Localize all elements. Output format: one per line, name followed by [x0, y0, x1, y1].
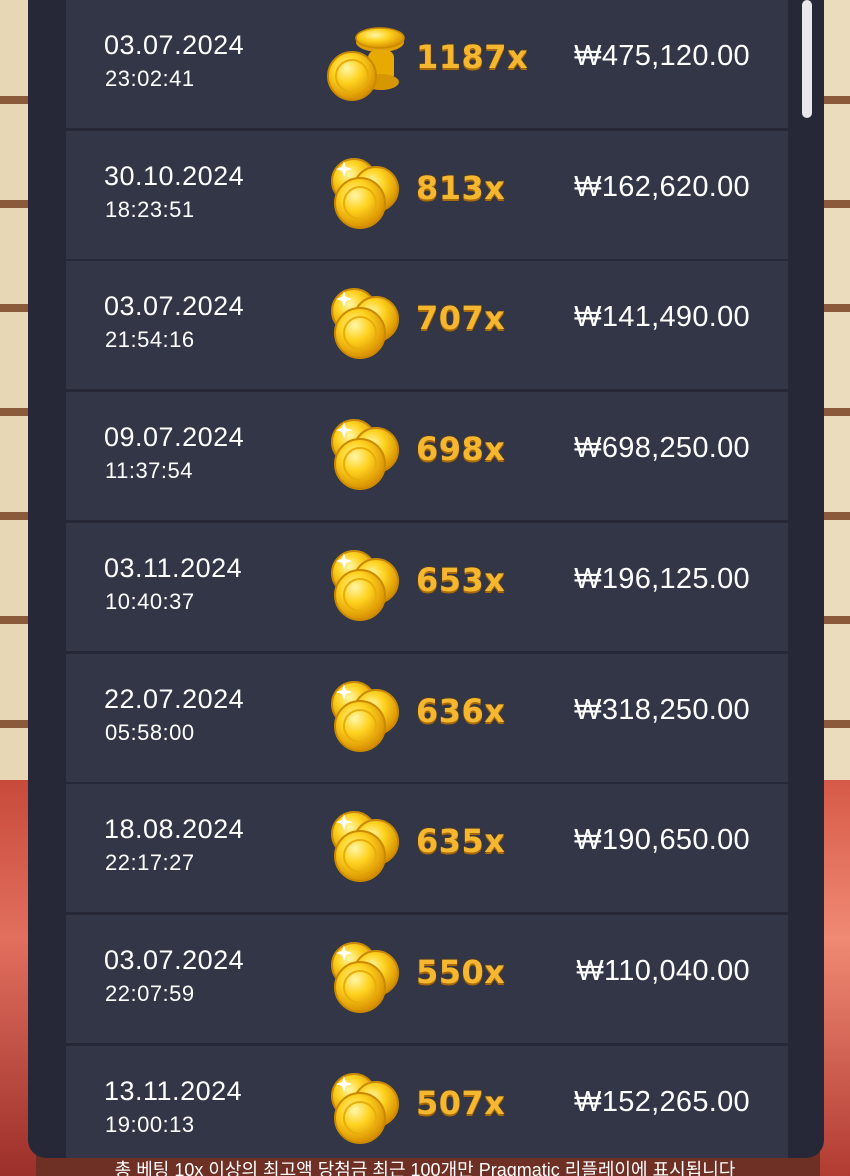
coins-icon	[324, 939, 406, 1019]
win-amount: ₩196,125.00	[574, 562, 750, 595]
replay-date: 30.10.2024	[104, 160, 245, 191]
replay-list-panel: 03.07.2024 23:02:41 1187x ₩475,120.00 30.10…	[28, 0, 824, 1158]
coins-icon	[324, 808, 406, 888]
replay-date: 03.11.2024	[104, 552, 243, 583]
win-amount: ₩152,265.00	[574, 1085, 750, 1118]
replay-time: 05:58:00	[105, 719, 195, 745]
coins-icon	[324, 1070, 406, 1150]
replay-row[interactable]: 13.11.2024 19:00:13 507x ₩152,265.00	[66, 1045, 788, 1158]
win-amount: ₩141,490.00	[574, 301, 750, 334]
replay-date: 18.08.2024	[104, 814, 245, 845]
coins-icon	[324, 416, 406, 496]
game-background-right	[820, 0, 850, 1176]
scrollbar-thumb[interactable]	[802, 0, 812, 118]
win-multiplier: 698x	[416, 430, 506, 469]
replay-date: 03.07.2024	[104, 291, 245, 322]
win-multiplier: 635x	[416, 822, 506, 861]
win-multiplier: 507x	[416, 1083, 506, 1122]
win-amount: ₩475,120.00	[574, 40, 750, 72]
coins-icon	[324, 285, 406, 365]
win-amount: ₩318,250.00	[574, 693, 750, 726]
replay-date: 09.07.2024	[104, 422, 245, 453]
win-multiplier: 550x	[416, 952, 506, 991]
replay-time: 22:07:59	[105, 980, 195, 1006]
replay-time: 10:40:37	[105, 588, 195, 614]
replay-date: 03.07.2024	[104, 30, 245, 60]
replay-row[interactable]: 09.07.2024 11:37:54 698x ₩698,250.00	[66, 392, 788, 521]
replay-row[interactable]: 22.07.2024 05:58:00 636x ₩318,250.00	[66, 653, 788, 782]
replay-row[interactable]: 03.11.2024 10:40:37 653x ₩196,125.00	[66, 522, 788, 651]
replay-date: 03.07.2024	[104, 944, 245, 975]
coins-icon	[324, 155, 406, 235]
replay-row[interactable]: 03.07.2024 22:07:59 550x ₩110,040.00	[66, 914, 788, 1043]
win-amount: ₩110,040.00	[576, 954, 750, 987]
replay-row[interactable]: 03.07.2024 23:02:41 1187x ₩475,120.00	[66, 0, 788, 128]
footer-note: 총 베팅 10x 이상의 최고액 당첨금 최근 100개만 Pragmatic …	[114, 1160, 736, 1176]
replay-time: 19:00:13	[105, 1111, 195, 1137]
win-amount: ₩698,250.00	[574, 432, 750, 465]
replay-date: 22.07.2024	[104, 683, 245, 714]
win-amount: ₩162,620.00	[574, 170, 750, 203]
scrollbar[interactable]	[801, 0, 813, 1140]
win-multiplier: 813x	[416, 168, 506, 207]
coins-icon	[324, 547, 406, 627]
replay-row[interactable]: 30.10.2024 18:23:51 813x ₩162,620.00	[66, 130, 788, 259]
win-multiplier: 653x	[416, 560, 506, 599]
replay-row[interactable]: 18.08.2024 22:17:27 635x ₩190,650.00	[66, 784, 788, 913]
replay-time: 21:54:16	[105, 327, 195, 353]
win-multiplier: 707x	[416, 299, 506, 338]
win-amount: ₩190,650.00	[574, 824, 750, 857]
replay-time: 22:17:27	[105, 850, 195, 876]
coins-icon	[324, 678, 406, 758]
win-multiplier: 1187x	[416, 38, 529, 76]
replay-row[interactable]: 03.07.2024 21:54:16 707x ₩141,490.00	[66, 261, 788, 390]
replay-time: 11:37:54	[105, 458, 194, 484]
replay-date: 13.11.2024	[104, 1075, 243, 1106]
coin-stack-icon	[324, 24, 406, 104]
replay-time: 18:23:51	[105, 196, 195, 222]
replay-time: 23:02:41	[105, 66, 195, 91]
win-multiplier: 636x	[416, 691, 506, 730]
